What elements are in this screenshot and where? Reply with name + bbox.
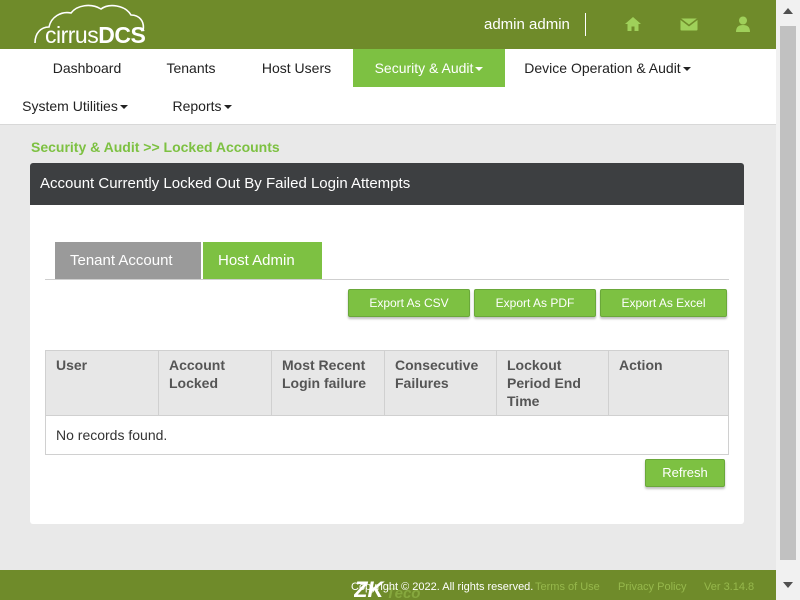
- column-header-consecutive-failures[interactable]: Consecutive Failures: [385, 351, 497, 416]
- nav-dashboard[interactable]: Dashboard: [32, 49, 142, 87]
- main-nav: Dashboard Tenants Host Users Security & …: [0, 49, 776, 125]
- privacy-policy-link[interactable]: Privacy Policy: [618, 570, 686, 600]
- mail-icon[interactable]: [679, 14, 699, 34]
- scroll-up-icon[interactable]: [783, 8, 793, 14]
- table-header: User Account Locked Most Recent Login fa…: [46, 351, 728, 416]
- export-excel-button[interactable]: Export As Excel: [600, 289, 727, 317]
- column-header-lockout-end[interactable]: Lockout Period End Time: [497, 351, 609, 416]
- tab-host-admin[interactable]: Host Admin: [203, 242, 322, 280]
- nav-system-utilities[interactable]: System Utilities: [15, 87, 135, 125]
- nav-tenants[interactable]: Tenants: [142, 49, 240, 87]
- locked-accounts-table: User Account Locked Most Recent Login fa…: [45, 350, 729, 455]
- logo-text: cirrusDCS: [45, 22, 146, 48]
- caret-down-icon: [682, 67, 691, 72]
- nav-security-audit[interactable]: Security & Audit: [353, 49, 505, 87]
- tab-tenant-account[interactable]: Tenant Account: [55, 242, 201, 280]
- export-csv-button[interactable]: Export As CSV: [348, 289, 470, 317]
- column-header-user[interactable]: User: [46, 351, 159, 416]
- header-divider: [585, 13, 586, 36]
- top-bar: cirrusDCS admin admin: [0, 0, 776, 49]
- scroll-thumb[interactable]: [780, 26, 796, 560]
- tab-underline: [45, 279, 729, 280]
- home-icon[interactable]: [623, 14, 643, 34]
- locked-accounts-panel: Account Currently Locked Out By Failed L…: [30, 163, 744, 524]
- terms-of-use-link[interactable]: Terms of Use: [535, 570, 600, 600]
- column-header-action: Action: [619, 357, 663, 373]
- nav-device-operation-audit[interactable]: Device Operation & Audit: [505, 49, 710, 87]
- caret-down-icon: [475, 67, 484, 72]
- column-header-account-locked[interactable]: Account Locked: [159, 351, 272, 416]
- copyright-text: Copyright © 2022. All rights reserved.: [351, 581, 534, 593]
- caret-down-icon: [119, 105, 128, 110]
- user-icon[interactable]: [733, 14, 753, 34]
- nav-reports[interactable]: Reports: [160, 87, 244, 125]
- panel-title: Account Currently Locked Out By Failed L…: [30, 163, 744, 205]
- scroll-down-icon[interactable]: [783, 582, 793, 588]
- caret-down-icon: [223, 105, 232, 110]
- footer: ZK Teco Copyright © 2022. All rights res…: [0, 570, 776, 600]
- cirrusdcs-logo[interactable]: cirrusDCS: [33, 3, 148, 49]
- nav-host-users[interactable]: Host Users: [240, 49, 353, 87]
- column-header-recent-failure[interactable]: Most Recent Login failure: [272, 351, 385, 416]
- breadcrumb: Security & Audit >> Locked Accounts: [31, 139, 280, 155]
- username-label[interactable]: admin admin: [484, 16, 570, 33]
- version-label: Ver 3.14.8: [704, 581, 755, 593]
- refresh-button[interactable]: Refresh: [645, 459, 725, 487]
- page-scrollbar[interactable]: [776, 0, 800, 600]
- export-pdf-button[interactable]: Export As PDF: [474, 289, 596, 317]
- empty-message: No records found.: [56, 427, 168, 443]
